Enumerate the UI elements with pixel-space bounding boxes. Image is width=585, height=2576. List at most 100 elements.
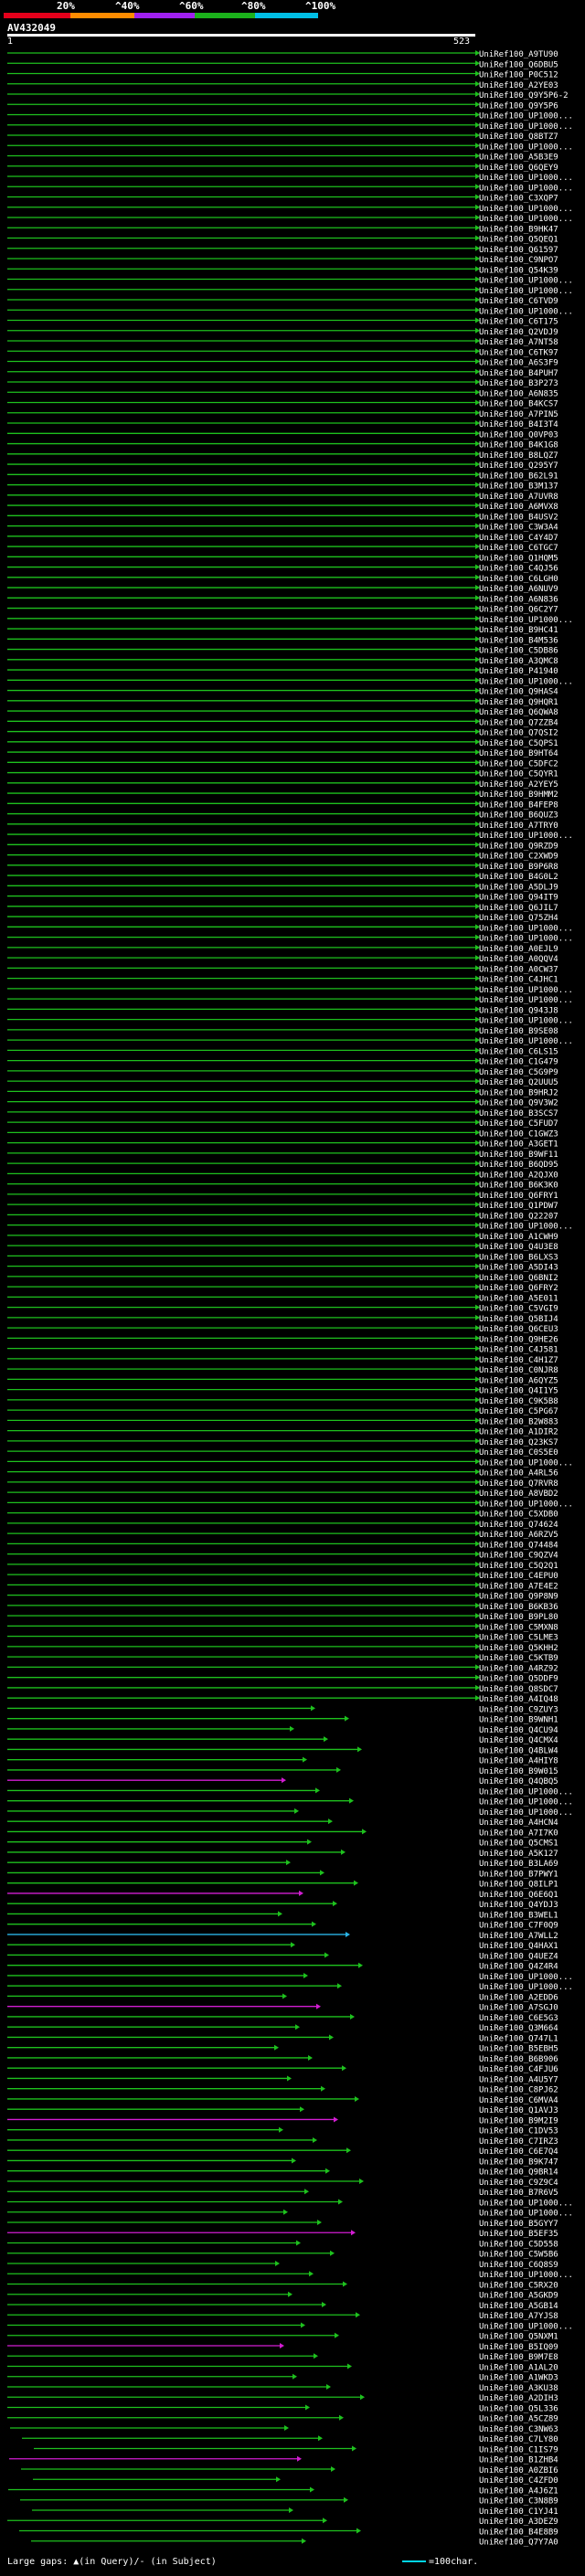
hit-label[interactable]: UniRef100_C9NPO7 <box>479 256 558 265</box>
hit-label[interactable]: UniRef100_B9W015 <box>479 1767 558 1776</box>
hit-label[interactable]: UniRef100_Q295Y7 <box>479 461 558 471</box>
hit-label[interactable]: UniRef100_B5EBH5 <box>479 2045 558 2054</box>
hit-label[interactable]: UniRef100_B6K3K0 <box>479 1182 558 1191</box>
hit-label[interactable]: UniRef100_UP1000... <box>479 174 573 183</box>
hit-label[interactable]: UniRef100_B4G0L2 <box>479 873 558 882</box>
hit-label[interactable]: UniRef100_Q94IT9 <box>479 894 558 903</box>
hit-label[interactable]: UniRef100_C6TVD9 <box>479 297 558 306</box>
hit-label[interactable]: UniRef100_C5LME3 <box>479 1634 558 1643</box>
hit-label[interactable]: UniRef100_C7IRZ3 <box>479 2137 558 2147</box>
hit-label[interactable]: UniRef100_A6S3F9 <box>479 359 558 368</box>
hit-label[interactable]: UniRef100_UP1000... <box>479 122 573 132</box>
hit-label[interactable]: UniRef100_UP1000... <box>479 1500 573 1509</box>
hit-label[interactable]: UniRef100_UP1000... <box>479 924 573 933</box>
hit-label[interactable]: UniRef100_B3P273 <box>479 379 558 388</box>
hit-label[interactable]: UniRef100_A4J6Z1 <box>479 2486 558 2496</box>
hit-label[interactable]: UniRef100_B6KB36 <box>479 1603 558 1612</box>
hit-label[interactable]: UniRef100_C6T175 <box>479 318 558 327</box>
hit-label[interactable]: UniRef100_B1ZHB4 <box>479 2456 558 2465</box>
hit-label[interactable]: UniRef100_Q6QWA8 <box>479 708 558 717</box>
hit-label[interactable]: UniRef100_C1DV53 <box>479 2127 558 2136</box>
hit-label[interactable]: UniRef100_C4EPU0 <box>479 1572 558 1581</box>
hit-label[interactable]: UniRef100_UP1000... <box>479 1223 573 1232</box>
hit-label[interactable]: UniRef100_C5DB86 <box>479 647 558 656</box>
hit-label[interactable]: UniRef100_UP1000... <box>479 2210 573 2219</box>
hit-label[interactable]: UniRef100_A0CW37 <box>479 965 558 974</box>
hit-label[interactable]: UniRef100_B9PL80 <box>479 1613 558 1622</box>
hit-label[interactable]: UniRef100_C3XQP7 <box>479 195 558 204</box>
hit-label[interactable]: UniRef100_Q5DDF9 <box>479 1675 558 1684</box>
hit-label[interactable]: UniRef100_Q6C2Y7 <box>479 606 558 615</box>
hit-label[interactable]: UniRef100_Q74484 <box>479 1541 558 1550</box>
hit-label[interactable]: UniRef100_Q6CEU3 <box>479 1325 558 1334</box>
hit-label[interactable]: UniRef100_A0QQV4 <box>479 955 558 964</box>
hit-label[interactable]: UniRef100_B4KCS7 <box>479 400 558 409</box>
hit-label[interactable]: UniRef100_C4JHC1 <box>479 976 558 985</box>
hit-label[interactable]: UniRef100_UP1000... <box>479 1983 573 1992</box>
hit-label[interactable]: UniRef100_B4I3T4 <box>479 420 558 429</box>
hit-label[interactable]: UniRef100_C5VGI9 <box>479 1305 558 1314</box>
hit-label[interactable]: UniRef100_UP1000... <box>479 677 573 686</box>
hit-label[interactable]: UniRef100_UP1000... <box>479 1458 573 1468</box>
hit-label[interactable]: UniRef100_Q9V3W2 <box>479 1099 558 1108</box>
hit-label[interactable]: UniRef100_C6TGC7 <box>479 544 558 553</box>
hit-label[interactable]: UniRef100_A7YJS8 <box>479 2312 558 2321</box>
hit-label[interactable]: UniRef100_B4FEP8 <box>479 800 558 810</box>
hit-label[interactable]: UniRef100_C5QYR1 <box>479 770 558 779</box>
hit-label[interactable]: UniRef100_A7TRY0 <box>479 822 558 831</box>
hit-label[interactable]: UniRef100_C6MVA4 <box>479 2096 558 2105</box>
hit-label[interactable]: UniRef100_B6QUZ3 <box>479 811 558 821</box>
hit-label[interactable]: UniRef100_P41940 <box>479 667 558 676</box>
hit-label[interactable]: UniRef100_A6RZV5 <box>479 1531 558 1540</box>
hit-label[interactable]: UniRef100_Q5QEQ1 <box>479 236 558 245</box>
hit-label[interactable]: UniRef100_C3N8B9 <box>479 2497 558 2507</box>
hit-label[interactable]: UniRef100_B6B906 <box>479 2055 558 2064</box>
hit-label[interactable]: UniRef100_A1DIR2 <box>479 1428 558 1437</box>
hit-label[interactable]: UniRef100_C4QJ56 <box>479 565 558 574</box>
hit-label[interactable]: UniRef100_C6E7Q4 <box>479 2147 558 2157</box>
hit-label[interactable]: UniRef100_B9WNH1 <box>479 1716 558 1725</box>
hit-label[interactable]: UniRef100_A2EDD6 <box>479 1993 558 2002</box>
hit-label[interactable]: UniRef100_A6NUV9 <box>479 585 558 594</box>
hit-label[interactable]: UniRef100_A0EJL9 <box>479 945 558 954</box>
hit-label[interactable]: UniRef100_Q7RVR8 <box>479 1479 558 1489</box>
hit-label[interactable]: UniRef100_A6N836 <box>479 595 558 604</box>
hit-label[interactable]: UniRef100_Q1PDW7 <box>479 1202 558 1211</box>
hit-label[interactable]: UniRef100_B9HK47 <box>479 225 558 234</box>
hit-label[interactable]: UniRef100_A5GB14 <box>479 2302 558 2311</box>
hit-label[interactable]: UniRef100_A8VBD2 <box>479 1489 558 1499</box>
hit-label[interactable]: UniRef100_Q6FRY1 <box>479 1192 558 1201</box>
hit-label[interactable]: UniRef100_Q4HAX1 <box>479 1942 558 1951</box>
hit-label[interactable]: UniRef100_A6QYZ5 <box>479 1376 558 1385</box>
hit-label[interactable]: UniRef100_C5XDB0 <box>479 1511 558 1520</box>
hit-label[interactable]: UniRef100_A7E4E2 <box>479 1582 558 1591</box>
hit-label[interactable]: UniRef100_C5MXN8 <box>479 1623 558 1632</box>
hit-label[interactable]: UniRef100_B7R6V5 <box>479 2189 558 2198</box>
hit-label[interactable]: UniRef100_Q6E6Q1 <box>479 1891 558 1900</box>
hit-label[interactable]: UniRef100_UP1000... <box>479 112 573 122</box>
hit-label[interactable]: UniRef100_C6LS15 <box>479 1047 558 1056</box>
hit-label[interactable]: UniRef100_Q6BNI2 <box>479 1274 558 1283</box>
hit-label[interactable]: UniRef100_Q9Y5P6 <box>479 101 558 111</box>
hit-label[interactable]: UniRef100_UP1000... <box>479 935 573 944</box>
hit-label[interactable]: UniRef100_C8PJ62 <box>479 2086 558 2095</box>
hit-label[interactable]: UniRef100_B5EF35 <box>479 2230 558 2239</box>
hit-label[interactable]: UniRef100_C4ZFD0 <box>479 2476 558 2486</box>
hit-label[interactable]: UniRef100_B5IQ09 <box>479 2343 558 2352</box>
hit-label[interactable]: UniRef100_Q4I1Y5 <box>479 1387 558 1396</box>
hit-label[interactable]: UniRef100_C1G479 <box>479 1058 558 1067</box>
hit-label[interactable]: UniRef100_C6E5G3 <box>479 2014 558 2023</box>
hit-label[interactable]: UniRef100_Q2UUU5 <box>479 1078 558 1087</box>
hit-label[interactable]: UniRef100_Q4UEZ4 <box>479 1952 558 1961</box>
hit-label[interactable]: UniRef100_Q7QSI2 <box>479 729 558 738</box>
hit-label[interactable]: UniRef100_A7PIN5 <box>479 410 558 419</box>
hit-label[interactable]: UniRef100_UP1000... <box>479 1798 573 1807</box>
hit-label[interactable]: UniRef100_B9HMM2 <box>479 790 558 800</box>
hit-label[interactable]: UniRef100_UP1000... <box>479 307 573 316</box>
hit-label[interactable]: UniRef100_Q9HAS4 <box>479 688 558 697</box>
hit-label[interactable]: UniRef100_Q7Y7A0 <box>479 2539 558 2548</box>
hit-label[interactable]: UniRef100_B7PWY1 <box>479 1870 558 1879</box>
hit-label[interactable]: UniRef100_UP1000... <box>479 184 573 193</box>
hit-label[interactable]: UniRef100_Q5KHH2 <box>479 1644 558 1653</box>
hit-label[interactable]: UniRef100_A7UVR8 <box>479 493 558 502</box>
